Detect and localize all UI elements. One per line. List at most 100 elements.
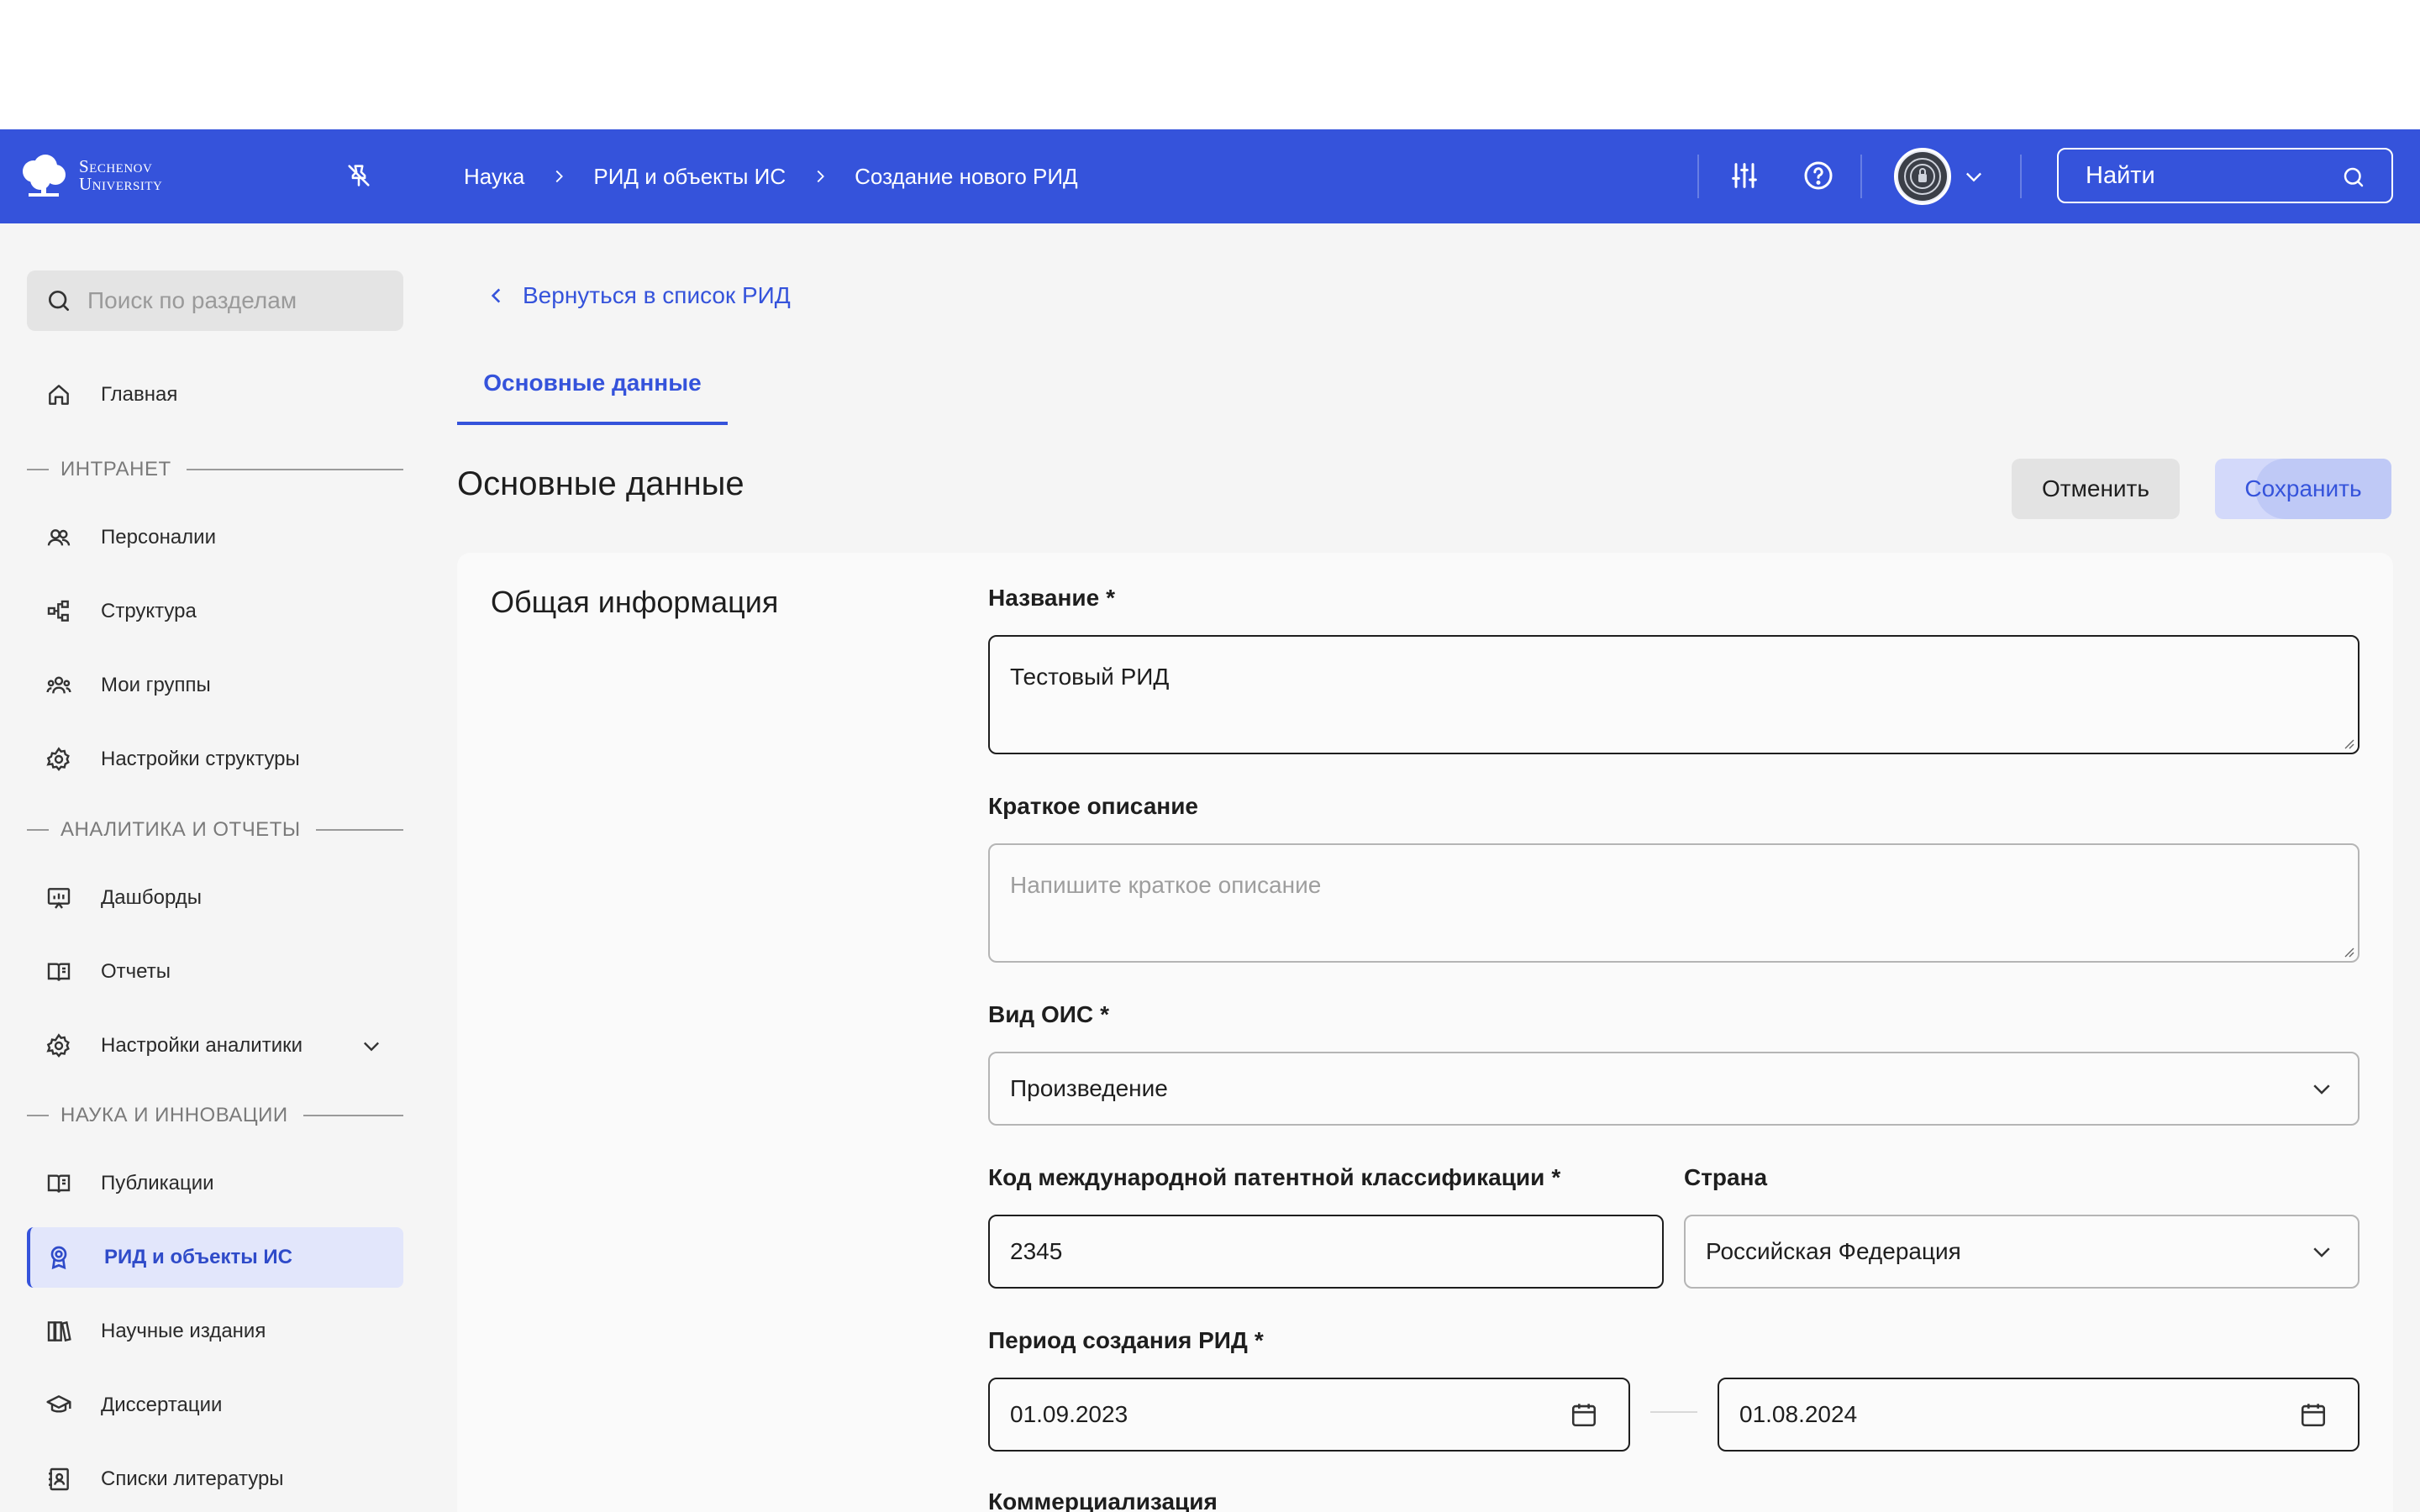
sidebar-item-label: Публикации bbox=[101, 1172, 214, 1194]
period-start-date-input[interactable]: 01.09.2023 bbox=[988, 1378, 1630, 1452]
sidebar-item-label: Списки литературы bbox=[101, 1467, 284, 1490]
sidebar-item-structure-settings[interactable]: Настройки структуры bbox=[27, 729, 403, 790]
period-end-date-input[interactable]: 01.08.2024 bbox=[1718, 1378, 2360, 1452]
university-logo[interactable]: Sechenov University bbox=[17, 153, 162, 198]
global-search-placeholder: Найти bbox=[2086, 161, 2155, 189]
filter-sliders-icon[interactable] bbox=[1728, 159, 1761, 192]
name-label: Название * bbox=[988, 585, 1116, 611]
description-textarea[interactable]: Напишите краткое описание bbox=[988, 843, 2360, 963]
graduation-cap-icon bbox=[46, 1395, 71, 1413]
ipc-code-label: Код международной патентной классификаци… bbox=[988, 1164, 1561, 1190]
award-icon bbox=[50, 1246, 67, 1270]
breadcrumb-item-rid[interactable]: РИД и объекты ИС bbox=[593, 164, 786, 190]
search-icon bbox=[49, 291, 69, 311]
chevron-down-icon[interactable] bbox=[360, 1034, 383, 1058]
pin-off-icon[interactable] bbox=[345, 161, 373, 190]
sidebar-item-publications[interactable]: Публикации bbox=[27, 1153, 403, 1214]
cancel-button[interactable]: Отменить bbox=[2012, 459, 2180, 519]
sidebar-item-rid[interactable]: РИД и объекты ИС bbox=[27, 1227, 403, 1288]
avatar[interactable] bbox=[1894, 148, 1951, 205]
section-header-intranet: ИНТРАНЕТ bbox=[27, 457, 403, 482]
sidebar-item-label: Отчеты bbox=[101, 960, 171, 983]
section-header-analytics: АНАЛИТИКА И ОТЧЕТЫ bbox=[27, 817, 403, 843]
top-header: Sechenov University Наука РИД и объекты … bbox=[0, 129, 2420, 223]
ois-type-select[interactable]: Произведение bbox=[988, 1052, 2360, 1126]
chevron-left-icon bbox=[491, 288, 501, 303]
sidebar-item-dashboards[interactable]: Дашборды bbox=[27, 868, 403, 928]
sidebar-item-label: Персоналии bbox=[101, 526, 216, 549]
name-textarea[interactable]: Тестовый РИД bbox=[988, 635, 2360, 754]
sidebar-item-label: Структура bbox=[101, 600, 197, 622]
breadcrumb-item-current: Создание нового РИД bbox=[855, 163, 1078, 189]
sidebar-item-label: Научные издания bbox=[101, 1320, 266, 1342]
sidebar-item-reports[interactable]: Отчеты bbox=[27, 942, 403, 1002]
global-search-input[interactable]: Найти bbox=[2057, 148, 2393, 203]
period-end-value: 01.08.2024 bbox=[1739, 1401, 1858, 1427]
sidebar-item-label: Настройки аналитики bbox=[101, 1034, 303, 1057]
date-range-separator bbox=[1650, 1411, 1697, 1413]
avatar-emblem-icon bbox=[1898, 152, 1947, 201]
country-value: Российская Федерация bbox=[1706, 1238, 1961, 1264]
sidebar-item-my-groups[interactable]: Мои группы bbox=[27, 655, 403, 716]
home-icon bbox=[49, 385, 69, 405]
country-label: Страна bbox=[1684, 1164, 1768, 1190]
breadcrumb: Наука РИД и объекты ИС Создание нового Р… bbox=[464, 129, 1078, 223]
sidebar-item-scientific-editions[interactable]: Научные издания bbox=[27, 1301, 403, 1362]
sidebar-item-literature-lists[interactable]: Списки литературы bbox=[27, 1449, 403, 1509]
tab-main-data[interactable]: Основные данные bbox=[457, 360, 728, 425]
sidebar-search-placeholder: Поиск по разделам bbox=[87, 287, 297, 313]
cancel-button-label: Отменить bbox=[2042, 475, 2149, 501]
section-header-science: НАУКА И ИННОВАЦИИ bbox=[27, 1103, 403, 1128]
breadcrumb-item-science[interactable]: Наука bbox=[464, 164, 524, 190]
structure-icon bbox=[47, 600, 69, 622]
resize-handle-icon[interactable] bbox=[2343, 946, 2354, 958]
sidebar-item-label: Дашборды bbox=[101, 886, 202, 909]
ois-type-value: Произведение bbox=[1010, 1075, 1168, 1101]
ipc-code-value: 2345 bbox=[1010, 1238, 1063, 1264]
logo-text: Sechenov University bbox=[79, 156, 163, 194]
calendar-icon[interactable] bbox=[1570, 1400, 1598, 1429]
tab-label: Основные данные bbox=[483, 370, 702, 396]
book-icon bbox=[47, 963, 71, 981]
tree-logo-icon bbox=[23, 155, 66, 197]
card-section-title: Общая информация bbox=[491, 585, 779, 619]
period-label: Период создания РИД * bbox=[988, 1327, 1264, 1353]
header-divider bbox=[1697, 155, 1699, 198]
description-placeholder: Напишите краткое описание bbox=[1010, 872, 1322, 898]
sidebar-item-personalii[interactable]: Персоналии bbox=[27, 507, 403, 568]
sidebar-item-structure[interactable]: Структура bbox=[27, 581, 403, 642]
chevron-down-icon bbox=[2313, 1084, 2330, 1095]
books-icon bbox=[47, 1320, 71, 1342]
gear-icon bbox=[46, 747, 70, 772]
top-blank-strip bbox=[0, 0, 2420, 129]
dashboard-icon bbox=[47, 888, 71, 909]
group-icon bbox=[46, 676, 71, 694]
help-icon[interactable] bbox=[1802, 159, 1835, 192]
sidebar-item-analytics-settings[interactable]: Настройки аналитики bbox=[27, 1016, 403, 1076]
search-icon bbox=[2344, 167, 2364, 187]
period-start-value: 01.09.2023 bbox=[1010, 1401, 1128, 1427]
header-divider bbox=[2020, 155, 2022, 198]
chevron-right-icon bbox=[817, 170, 825, 183]
ois-type-label: Вид ОИС * bbox=[988, 1001, 1110, 1027]
people-icon bbox=[47, 529, 71, 546]
commercialization-label: Коммерциализация bbox=[988, 1488, 1218, 1512]
sidebar-item-label: Диссертации bbox=[101, 1394, 223, 1416]
resize-handle-icon[interactable] bbox=[2343, 738, 2354, 749]
chevron-down-icon[interactable] bbox=[1962, 165, 1986, 188]
chevron-down-icon bbox=[2313, 1247, 2330, 1257]
sidebar-item-dissertations[interactable]: Диссертации bbox=[27, 1375, 403, 1436]
header-divider bbox=[1860, 155, 1862, 198]
save-button[interactable]: Сохранить bbox=[2215, 459, 2391, 519]
sidebar-item-label: РИД и объекты ИС bbox=[104, 1246, 292, 1268]
contact-book-icon bbox=[49, 1467, 69, 1491]
sidebar-item-home[interactable]: Главная bbox=[27, 365, 403, 425]
sidebar-search-input[interactable]: Поиск по разделам bbox=[27, 270, 403, 331]
chevron-right-icon bbox=[555, 170, 564, 183]
ipc-code-input[interactable]: 2345 bbox=[988, 1215, 1664, 1289]
country-select[interactable]: Российская Федерация bbox=[1684, 1215, 2360, 1289]
back-to-list-link[interactable]: Вернуться в список РИД bbox=[486, 282, 791, 309]
back-link-label: Вернуться в список РИД bbox=[523, 282, 791, 308]
calendar-icon[interactable] bbox=[2299, 1400, 2328, 1429]
sidebar-item-label: Мои группы bbox=[101, 674, 211, 696]
